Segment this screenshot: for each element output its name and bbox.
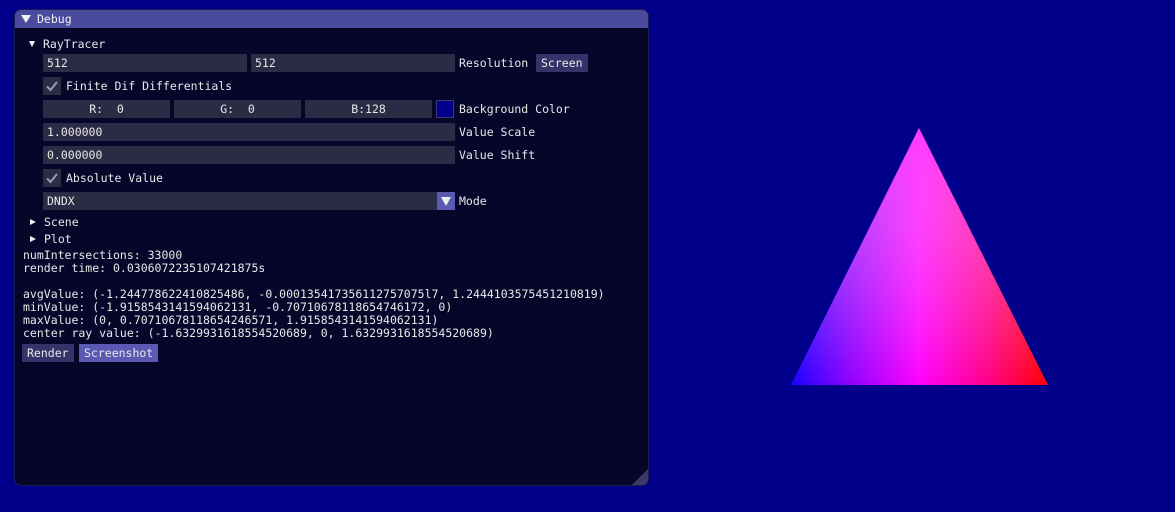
bg-b-input[interactable]: B:128	[305, 100, 432, 118]
chevron-down-icon	[441, 196, 451, 206]
collapsed-arrow-icon	[30, 236, 36, 242]
mode-select[interactable]: DNDX	[43, 192, 437, 210]
render-time-text: render time: 0.0306072235107421875s	[23, 261, 266, 275]
num-intersections-text: numIntersections: 33000	[23, 248, 183, 262]
finite-dif-label: Finite Dif Differentials	[66, 79, 233, 93]
window-titlebar[interactable]: Debug	[15, 10, 648, 28]
bg-r-input[interactable]: R: 0	[43, 100, 170, 118]
absolute-value-label: Absolute Value	[66, 171, 163, 185]
plot-label: Plot	[44, 232, 72, 246]
plot-node[interactable]: Plot	[30, 231, 72, 247]
resolution-width-input[interactable]: 512	[43, 54, 247, 72]
value-shift-input[interactable]: 0.000000	[43, 146, 455, 164]
screen-button[interactable]: Screen	[536, 54, 588, 72]
expanded-arrow-icon	[29, 41, 35, 47]
collapsed-arrow-icon	[30, 219, 36, 225]
render-preview	[791, 128, 1048, 385]
bg-color-swatch[interactable]	[436, 100, 454, 118]
center-ray-text: center ray value: (-1.632993161855452068…	[23, 326, 494, 340]
debug-window[interactable]: Debug RayTracer 512 512 Resolution Scree…	[14, 9, 649, 486]
avg-value-text: avgValue: (-1.244778622410825486, -0.000…	[23, 287, 605, 301]
raytracer-label: RayTracer	[43, 37, 106, 51]
resolution-height-input[interactable]: 512	[251, 54, 455, 72]
mode-label: Mode	[459, 194, 487, 208]
scene-node[interactable]: Scene	[30, 214, 79, 230]
checkmark-icon	[46, 81, 58, 92]
value-shift-label: Value Shift	[459, 148, 536, 162]
collapse-arrow-icon[interactable]	[21, 15, 31, 23]
max-value-text: maxValue: (0, 0.70710678118654246571, 1.…	[23, 313, 439, 327]
raytracer-node[interactable]: RayTracer	[29, 36, 105, 52]
screenshot-button[interactable]: Screenshot	[79, 344, 159, 362]
resize-grip[interactable]	[632, 469, 648, 485]
finite-dif-checkbox[interactable]	[43, 77, 61, 95]
rendered-triangle-highlight	[791, 128, 1048, 385]
mode-dropdown-button[interactable]	[437, 192, 455, 210]
min-value-text: minValue: (-1.9158543141594062131, -0.70…	[23, 300, 453, 314]
bg-color-label: Background Color	[459, 102, 570, 116]
render-button[interactable]: Render	[22, 344, 74, 362]
value-scale-input[interactable]: 1.000000	[43, 123, 455, 141]
scene-label: Scene	[44, 215, 79, 229]
absolute-value-checkbox[interactable]	[43, 169, 61, 187]
checkmark-icon	[46, 173, 58, 184]
bg-g-input[interactable]: G: 0	[174, 100, 301, 118]
resolution-label: Resolution	[459, 56, 529, 70]
value-scale-label: Value Scale	[459, 125, 536, 139]
window-title: Debug	[37, 12, 72, 26]
